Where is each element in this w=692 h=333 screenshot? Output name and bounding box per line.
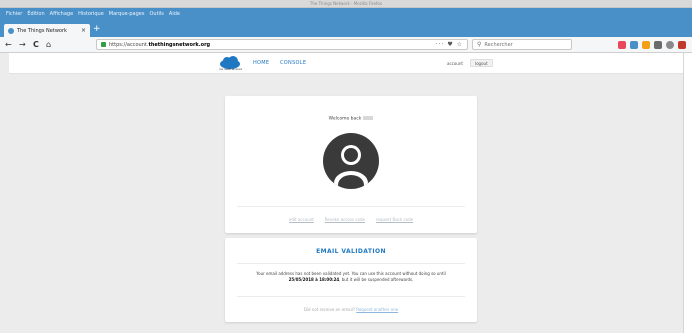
account-link[interactable]: account — [447, 61, 463, 66]
profile-card: Welcome back edit account Revoke access … — [225, 96, 477, 233]
divider — [237, 296, 465, 297]
menu-historique[interactable]: Historique — [78, 11, 104, 18]
email-validation-title: EMAIL VALIDATION — [316, 248, 386, 255]
divider — [237, 206, 465, 207]
tab-title: The Things Network — [17, 27, 67, 34]
sync-icon[interactable] — [666, 41, 674, 49]
resend-email-row: Did not receive an email? Request anothe… — [303, 307, 399, 312]
avatar-icon — [323, 133, 379, 189]
request-another-email-link[interactable]: Request another one — [356, 307, 398, 312]
new-tab-button[interactable]: + — [93, 25, 101, 34]
window-edge — [683, 53, 692, 333]
edit-account-link[interactable]: edit account — [289, 217, 314, 222]
window-title: The Things Network - Mozilla Firefox — [309, 1, 383, 6]
puzzle-icon[interactable] — [630, 41, 638, 49]
logout-button[interactable]: logout — [470, 59, 493, 67]
shield-icon[interactable] — [642, 41, 650, 49]
validation-deadline: 25/05/2018 à 18:00:24 — [288, 277, 340, 282]
email-validation-message: Your email address has not been validate… — [256, 271, 446, 282]
menu-affichage[interactable]: Affichage — [50, 11, 74, 18]
profile-links: edit account Revoke access code request … — [225, 217, 477, 222]
email-validation-card: EMAIL VALIDATION Your email address has … — [225, 238, 477, 322]
request-code-link[interactable]: request Back code — [376, 217, 413, 222]
logo-text: THE THINGS NETWORK — [219, 69, 243, 71]
forward-button[interactable]: → — [19, 40, 26, 50]
page-actions[interactable]: ··· ♥ ☆ — [436, 41, 463, 48]
tabbar: The Things Network × + — [0, 22, 692, 37]
address-bar[interactable]: https://account.thethingsnetwork.org ···… — [96, 39, 468, 50]
divider — [237, 263, 465, 264]
home-button[interactable]: ⌂ — [46, 40, 51, 50]
search-icon: ⚲ — [477, 41, 482, 48]
menu-edition[interactable]: Édition — [27, 11, 44, 18]
menubar: Fichier Édition Affichage Historique Mar… — [0, 8, 692, 22]
pocket-icon[interactable] — [618, 41, 626, 49]
welcome-message: Welcome back — [225, 116, 477, 122]
site-header: THE THINGS NETWORK HOME CONSOLE account … — [9, 53, 683, 74]
search-box[interactable]: ⚲ — [472, 39, 572, 50]
back-button[interactable]: ← — [5, 40, 12, 50]
nav-home-link[interactable]: HOME — [253, 60, 269, 66]
redacted-username — [363, 116, 374, 120]
tab-the-things-network[interactable]: The Things Network × — [4, 24, 90, 37]
nav-console-link[interactable]: CONSOLE — [280, 60, 306, 66]
menu-outils[interactable]: Outils — [149, 11, 163, 18]
close-tab-icon[interactable]: × — [81, 27, 86, 34]
reload-button[interactable]: C — [33, 40, 39, 50]
menu-fichier[interactable]: Fichier — [6, 11, 22, 18]
menu-aide[interactable]: Aide — [169, 11, 180, 18]
favicon-icon — [8, 27, 14, 34]
addon-icon[interactable] — [654, 41, 662, 49]
url-text: https://account.thethingsnetwork.org — [109, 41, 211, 48]
ublock-icon[interactable] — [678, 41, 686, 49]
os-titlebar: The Things Network - Mozilla Firefox — [0, 0, 692, 8]
revoke-access-link[interactable]: Revoke access code — [325, 217, 365, 222]
lock-icon — [101, 42, 106, 47]
menu-marque-pages[interactable]: Marque-pages — [109, 11, 145, 18]
navigation-toolbar: ← → C ⌂ https://account.thethingsnetwork… — [0, 37, 692, 53]
search-input[interactable] — [484, 41, 565, 48]
